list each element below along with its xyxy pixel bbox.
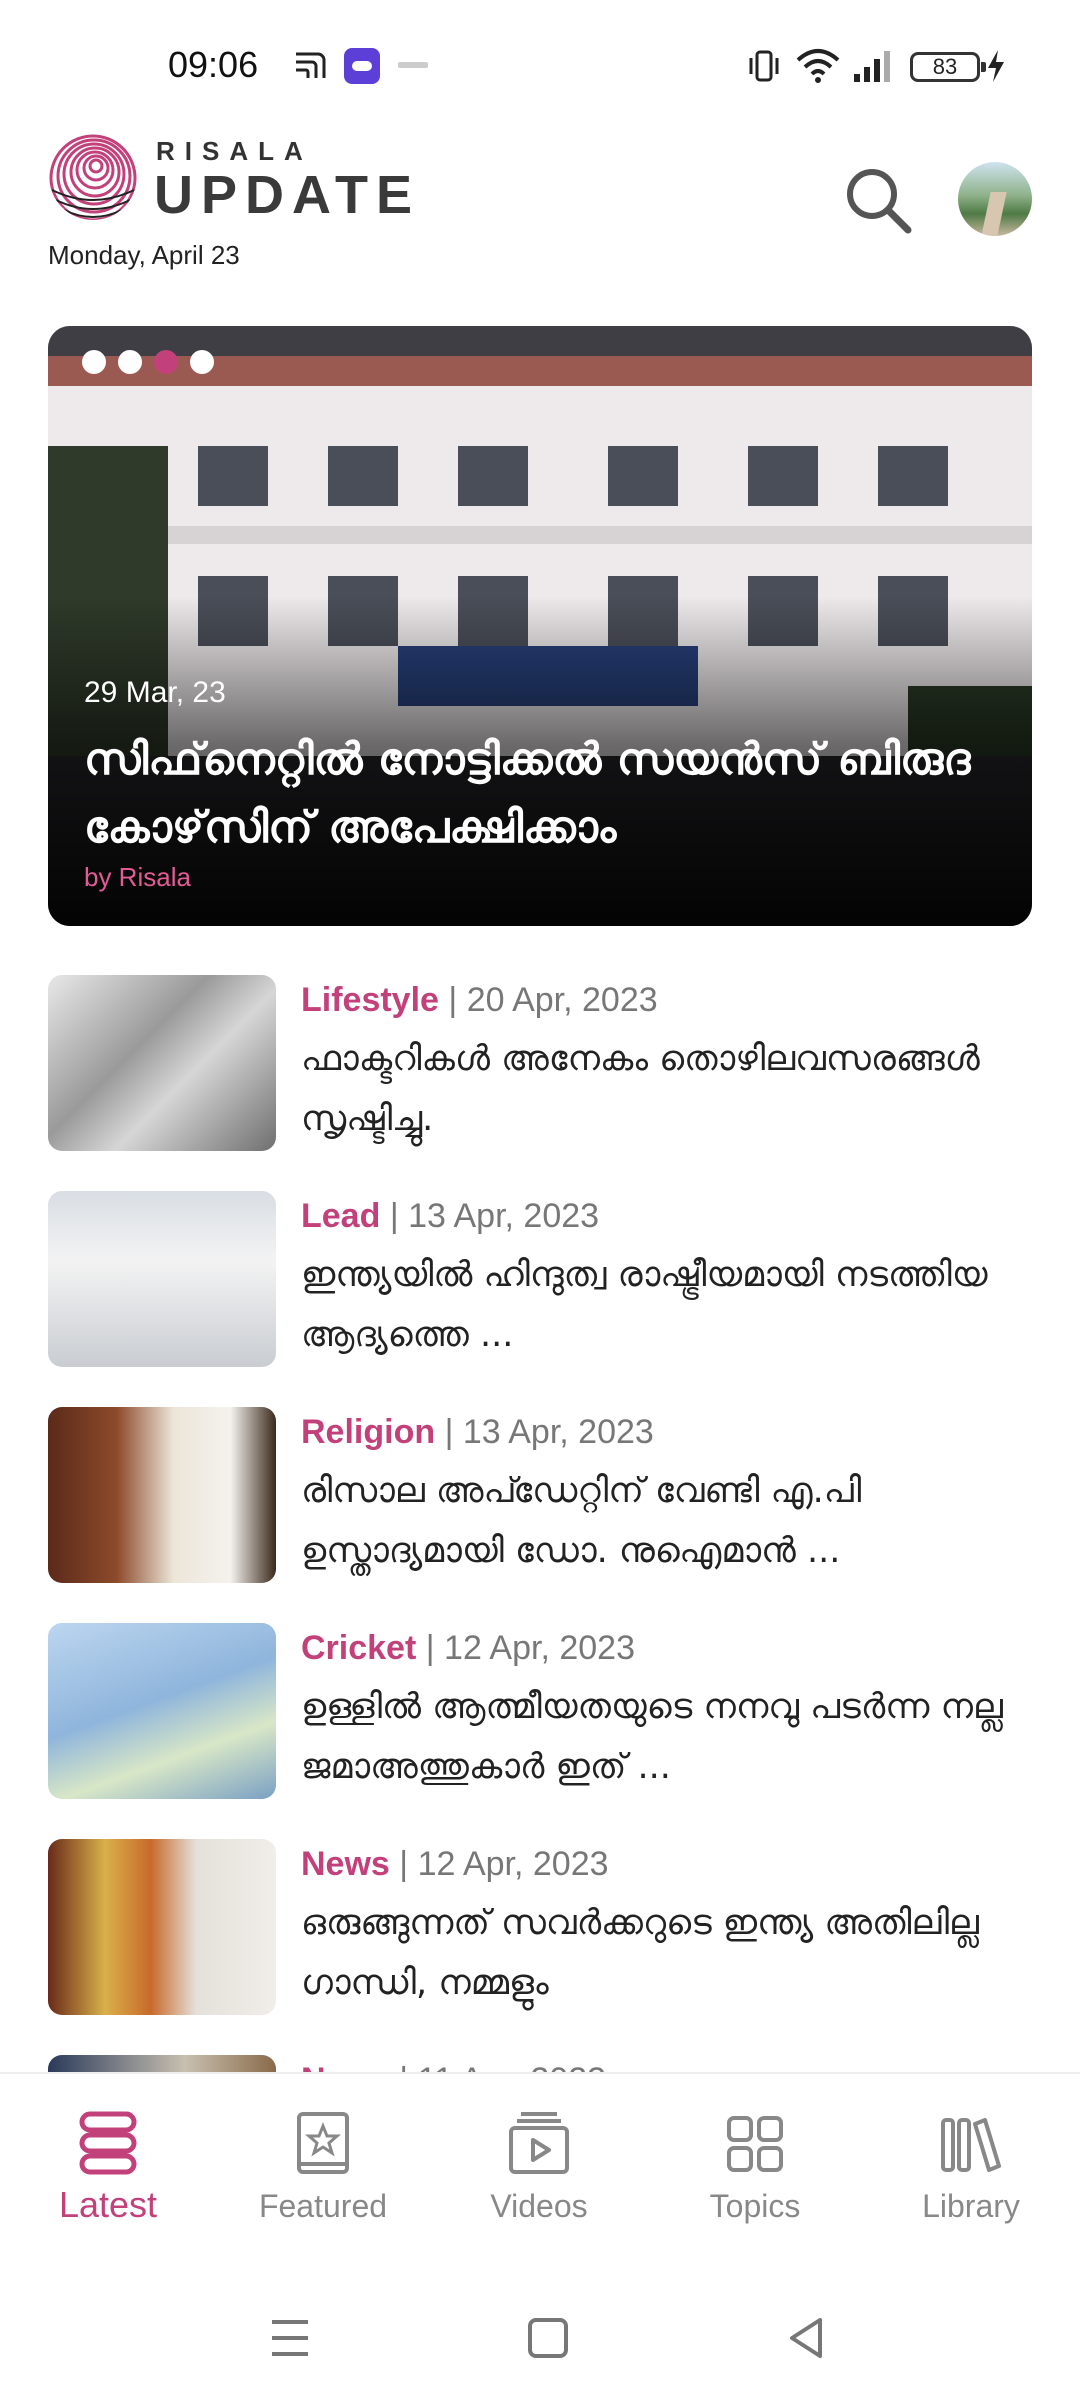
avatar[interactable]	[958, 162, 1032, 236]
news-title[interactable]: ഒരുങ്ങുന്നത് സവർക്കറുടെ ഇന്ത്യ അതിലില്ല …	[301, 1893, 1032, 2013]
brand-name-bottom: UPDATE	[154, 165, 421, 225]
nav-topics[interactable]: Topics	[675, 2108, 835, 2248]
news-title[interactable]: ഉള്ളിൽ ആത്മീയതയുടെ നനവു പടർന്ന നല്ല ജമാഅ…	[301, 1677, 1032, 1797]
nav-label: Topics	[709, 2188, 801, 2224]
carousel-dot[interactable]	[190, 350, 214, 374]
back-icon[interactable]	[776, 2308, 836, 2368]
news-date: 12 Apr, 2023	[417, 1845, 609, 1883]
news-meta: Lead | 13 Apr, 2023	[301, 1197, 599, 1236]
hero-date: 29 Mar, 23	[84, 676, 226, 709]
nfc-icon	[296, 52, 326, 78]
search-icon[interactable]	[838, 160, 918, 240]
news-thumbnail[interactable]	[48, 1623, 276, 1799]
news-item[interactable]: Lead | 13 Apr, 2023 ഇന്ത്യയിൽ ഹിന്ദുത്വ …	[48, 1191, 1032, 1371]
meta-separator: |	[389, 1197, 399, 1235]
news-date: 20 Apr, 2023	[466, 981, 658, 1019]
notification-icon	[398, 62, 428, 68]
videos-icon	[509, 2112, 569, 2174]
news-thumbnail[interactable]	[48, 975, 276, 1151]
featured-icon	[297, 2112, 349, 2174]
library-icon	[941, 2118, 1001, 2172]
nav-label: Latest	[58, 2184, 158, 2225]
news-meta: Cricket | 12 Apr, 2023	[301, 1629, 635, 1668]
nav-library[interactable]: Library	[891, 2108, 1051, 2248]
nav-latest[interactable]: Latest	[28, 2108, 188, 2248]
news-thumbnail[interactable]	[48, 1191, 276, 1367]
status-time: 09:06	[168, 44, 259, 85]
topics-icon	[727, 2116, 783, 2172]
carousel-dot[interactable]	[82, 350, 106, 374]
news-title[interactable]: ഫാക്ടറികൾ അനേകം തൊഴിലവസരങ്ങൾ സൃഷ്ടിച്ചു.	[301, 1029, 1032, 1149]
hero-title[interactable]: സിഫ്‌നെറ്റിൽ നോട്ടിക്കൽ സയൻസ് ബിരുദ കോഴ്…	[84, 726, 1004, 862]
news-thumbnail[interactable]	[48, 1839, 276, 2015]
carousel-dots[interactable]	[82, 350, 214, 374]
nav-label: Videos	[490, 2188, 588, 2224]
nav-videos[interactable]: Videos	[459, 2108, 619, 2248]
news-title[interactable]: രിസാല അപ്ഡേറ്റിന് വേണ്ടി എ.പി ഉസ്താദ്യമാ…	[301, 1461, 1032, 1581]
news-date: 13 Apr, 2023	[462, 1413, 654, 1451]
news-category[interactable]: Religion	[301, 1413, 435, 1451]
news-thumbnail[interactable]	[48, 1407, 276, 1583]
news-category[interactable]: Cricket	[301, 1629, 416, 1667]
news-item[interactable]: Religion | 13 Apr, 2023 രിസാല അപ്ഡേറ്റിന…	[48, 1407, 1032, 1587]
news-category[interactable]: News	[301, 1845, 390, 1883]
hero-author: by Risala	[84, 862, 191, 892]
hero-card[interactable]: 29 Mar, 23 സിഫ്‌നെറ്റിൽ നോട്ടിക്കൽ സയൻസ്…	[48, 326, 1032, 926]
nav-label: Featured	[258, 2188, 388, 2224]
current-date: Monday, April 23	[48, 240, 240, 270]
carousel-dot[interactable]	[118, 350, 142, 374]
news-item[interactable]: News | 12 Apr, 2023 ഒരുങ്ങുന്നത് സവർക്കറ…	[48, 1839, 1032, 2019]
risala-logo-icon	[49, 134, 137, 220]
news-date: 12 Apr, 2023	[444, 1629, 635, 1667]
latest-icon	[79, 2111, 137, 2175]
meta-separator: |	[448, 981, 458, 1019]
meta-separator: |	[399, 1845, 409, 1883]
news-meta: News | 12 Apr, 2023	[301, 1845, 609, 1884]
home-icon[interactable]	[518, 2308, 578, 2368]
menu-icon[interactable]	[260, 2308, 320, 2368]
wifi-icon	[796, 49, 840, 83]
signal-icon	[854, 51, 890, 82]
news-item[interactable]: Cricket | 12 Apr, 2023 ഉള്ളിൽ ആത്മീയതയുട…	[48, 1623, 1032, 1803]
game-app-icon	[344, 48, 380, 84]
vibrate-icon	[749, 50, 779, 82]
news-date: 13 Apr, 2023	[408, 1197, 600, 1235]
carousel-dot-active[interactable]	[154, 350, 178, 374]
news-meta: Religion | 13 Apr, 2023	[301, 1413, 654, 1452]
brand-name-top: RISALA	[156, 136, 313, 166]
status-bar: 09:06 83	[0, 0, 1080, 120]
nav-label: Library	[922, 2188, 1020, 2224]
charging-icon	[988, 50, 1004, 82]
news-meta: Lifestyle | 20 Apr, 2023	[301, 981, 658, 1020]
news-category[interactable]: Lifestyle	[301, 981, 439, 1019]
meta-separator: |	[444, 1413, 454, 1451]
system-nav	[0, 2280, 1080, 2400]
bottom-nav: Latest Featured Videos Topics Library	[0, 2072, 1080, 2272]
nav-featured[interactable]: Featured	[243, 2108, 403, 2248]
meta-separator: |	[425, 1629, 435, 1667]
news-item[interactable]: Lifestyle | 20 Apr, 2023 ഫാക്ടറികൾ അനേകം…	[48, 975, 1032, 1155]
battery-icon: 83	[910, 52, 986, 82]
news-category[interactable]: Lead	[301, 1197, 380, 1235]
news-title[interactable]: ഇന്ത്യയിൽ ഹിന്ദുത്വ രാഷ്ട്രീയമായി നടത്തി…	[301, 1245, 1032, 1365]
